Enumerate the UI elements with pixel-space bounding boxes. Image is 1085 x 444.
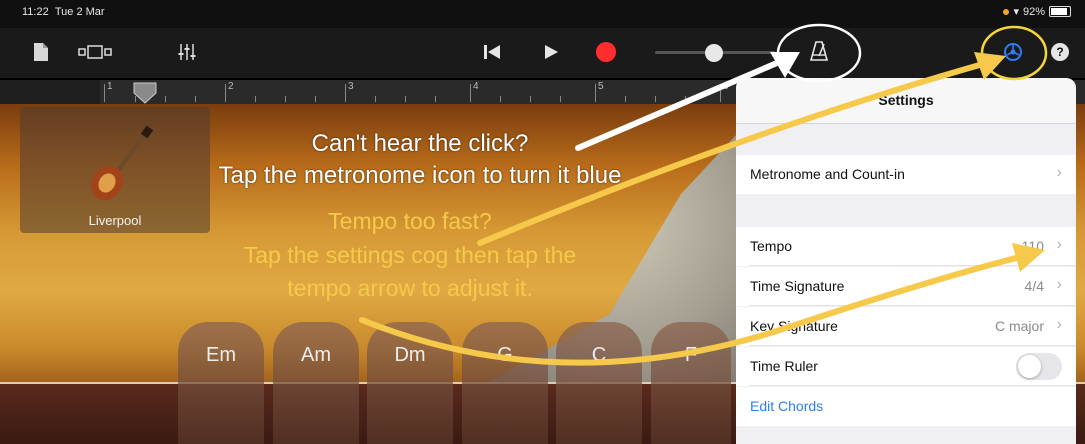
yellow-arrow-tempo-head [1012, 243, 1045, 272]
annotation-overlay [359, 23, 1048, 366]
yellow-arrow-tempo [359, 254, 1023, 366]
yellow-arrow-cog [477, 59, 993, 246]
